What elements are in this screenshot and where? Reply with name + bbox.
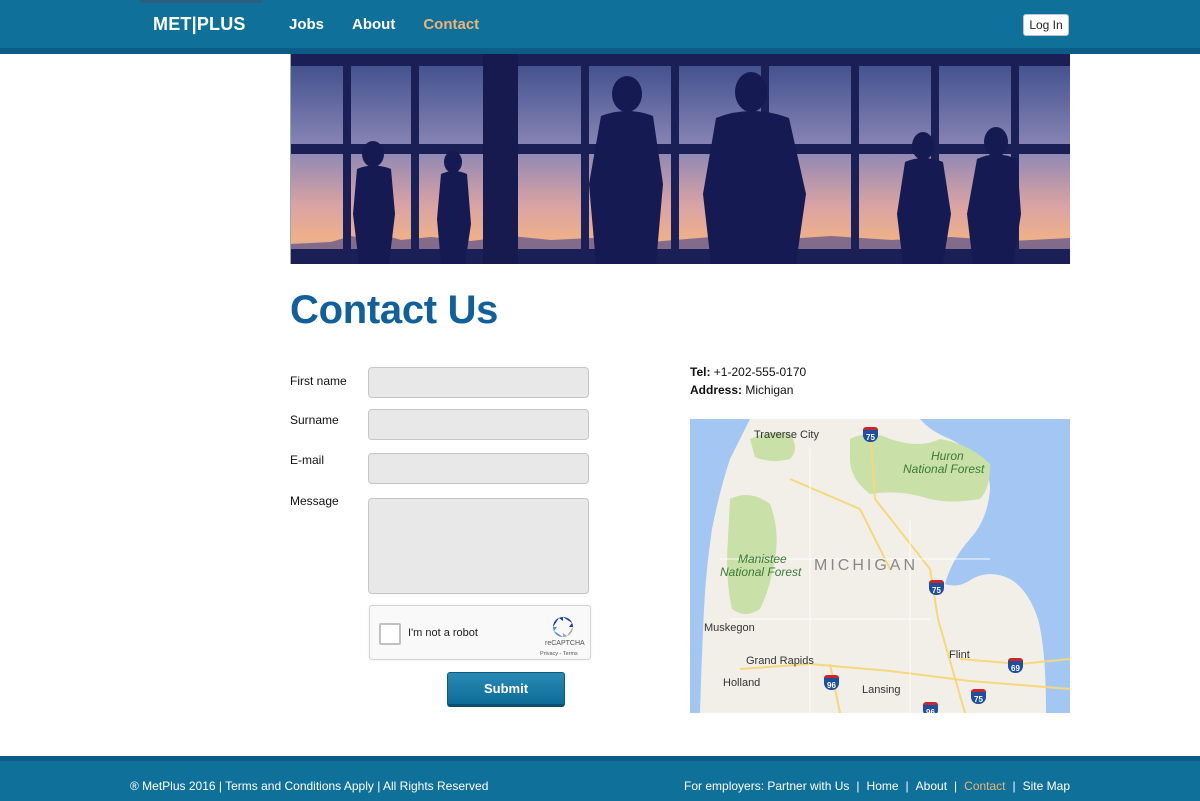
page-title: Contact Us [290, 288, 499, 332]
highway-shield-icon: 75 [929, 580, 944, 595]
address-line: Address: Michigan [690, 383, 793, 397]
footer-separator: | [954, 779, 958, 793]
map-city-flint: Flint [949, 649, 970, 661]
footer-separator: | [905, 779, 909, 793]
footer-link-sitemap[interactable]: Site Map [1023, 779, 1070, 793]
site-header: MET|PLUS Jobs About Contact Log In [0, 0, 1200, 54]
nav-contact[interactable]: Contact [423, 16, 479, 33]
email-input[interactable] [368, 453, 589, 484]
footer-link-about[interactable]: About [916, 779, 947, 793]
hero-image [290, 54, 1070, 264]
recaptcha-icon [553, 617, 573, 637]
address-label: Address: [690, 383, 743, 397]
map-city-traverse: Traverse City [754, 429, 819, 441]
map-city-holland: Holland [723, 677, 761, 689]
logo-accent-strip [140, 0, 262, 3]
tel-label: Tel: [690, 365, 711, 379]
nav-jobs[interactable]: Jobs [289, 16, 324, 33]
surname-input[interactable] [368, 409, 589, 440]
submit-button[interactable]: Submit [447, 672, 565, 707]
recaptcha-links[interactable]: Privacy - Terms [540, 651, 578, 657]
message-textarea[interactable] [368, 498, 589, 594]
highway-shield-icon: 75 [971, 689, 986, 704]
map-forest-manistee: Manistee National Forest [720, 552, 802, 579]
recaptcha-brand: reCAPTCHA [545, 640, 585, 647]
surname-label: Surname [290, 413, 339, 427]
recaptcha-checkbox[interactable] [379, 623, 401, 645]
footer-separator: | [856, 779, 860, 793]
map-forest-huron: Huron National Forest [903, 449, 985, 476]
site-footer: ® MetPlus 2016 | Terms and Conditions Ap… [0, 756, 1200, 801]
login-button[interactable]: Log In [1023, 14, 1069, 36]
highway-shield-icon: 96 [824, 675, 839, 690]
message-label: Message [290, 494, 339, 508]
highway-shield-icon: 96 [923, 702, 938, 713]
highway-shield-icon: 69 [1008, 658, 1023, 673]
nav-about[interactable]: About [352, 16, 395, 33]
main-nav: Jobs About Contact [289, 16, 507, 33]
site-logo[interactable]: MET|PLUS [153, 14, 246, 35]
map-city-grand-rapids: Grand Rapids [746, 655, 814, 667]
tel-line: Tel: +1-202-555-0170 [690, 365, 806, 379]
footer-copyright: ® MetPlus 2016 | Terms and Conditions Ap… [130, 779, 489, 793]
map-city-muskegon: Muskegon [704, 622, 755, 634]
first-name-input[interactable] [368, 367, 589, 398]
map-city-lansing: Lansing [862, 684, 901, 696]
recaptcha-text: I'm not a robot [408, 627, 478, 639]
footer-separator: | [1012, 779, 1016, 793]
tel-value: +1-202-555-0170 [713, 365, 807, 379]
location-map[interactable]: Traverse City Muskegon Grand Rapids Holl… [690, 419, 1070, 713]
email-label: E-mail [290, 453, 325, 467]
highway-shield-icon: 75 [863, 427, 878, 442]
footer-link-home[interactable]: Home [867, 779, 899, 793]
address-value: Michigan [745, 383, 794, 397]
footer-links: For employers: Partner with Us | Home | … [684, 779, 1070, 793]
footer-link-partner[interactable]: For employers: Partner with Us [684, 779, 849, 793]
footer-link-contact[interactable]: Contact [964, 779, 1005, 793]
map-state-label: MICHIGAN [814, 557, 918, 574]
recaptcha-widget: I'm not a robot reCAPTCHA Privacy - Term… [369, 605, 591, 660]
first-name-label: First name [290, 374, 347, 388]
